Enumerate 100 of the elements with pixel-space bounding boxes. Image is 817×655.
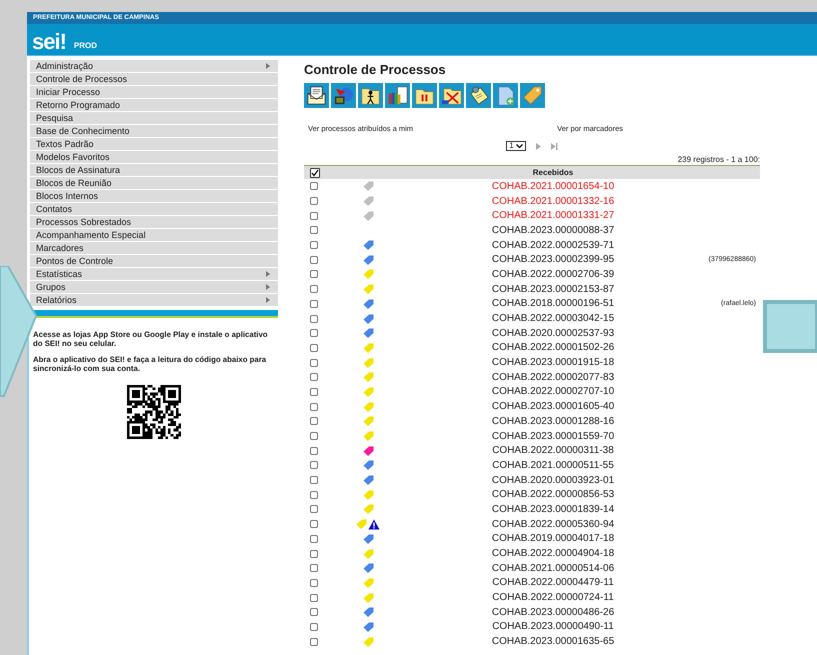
menu-item[interactable]: Pontos de Controle [30,255,278,267]
row-checkbox[interactable] [310,285,318,294]
row-checkbox[interactable] [310,402,318,411]
row-checkbox[interactable] [310,388,318,396]
menu-item[interactable]: Controle de Processos [30,73,278,85]
menu-item[interactable]: Pesquisa [30,112,278,124]
menu-item[interactable]: Iniciar Processo [30,86,278,98]
menu-item[interactable]: Estatísticas [30,268,278,280]
row-checkbox[interactable] [310,564,318,572]
menu-item[interactable]: Blocos Internos [30,190,278,202]
process-link[interactable]: COHAB.2023.00000088-37 [408,224,698,236]
qr-code [126,385,180,439]
process-link[interactable]: COHAB.2023.00000490-11 [408,621,698,632]
process-link[interactable]: COHAB.2023.00001559-70 [408,430,698,442]
row-checkbox[interactable] [310,638,318,646]
tag-icon [521,84,544,107]
process-link[interactable]: COHAB.2023.00001605-40 [408,401,698,412]
process-link[interactable]: COHAB.2022.00002707-10 [408,386,698,398]
process-link[interactable]: COHAB.2023.00002399-95 [408,254,698,266]
row-checkbox[interactable] [310,622,318,631]
row-checkbox[interactable] [310,358,318,367]
toolbar-button[interactable] [466,83,491,108]
row-checkbox[interactable] [310,344,318,352]
process-link[interactable]: COHAB.2022.00002539-71 [408,240,698,251]
menu-item[interactable]: Processos Sobrestados [30,216,278,228]
row-checkbox[interactable] [310,212,318,220]
process-link[interactable]: COHAB.2022.00005360-94 [408,518,698,530]
process-link[interactable]: COHAB.2022.00002706-39 [408,268,698,280]
row-checkbox[interactable] [310,182,318,190]
toolbar-button[interactable] [385,83,410,108]
menu-item[interactable]: Administração [30,60,278,72]
row-checkbox[interactable] [310,226,318,234]
books-document-icon [386,84,409,107]
column-header: Recebidos [532,168,574,177]
menu-item[interactable]: Retorno Programado [30,99,278,111]
row-checkbox[interactable] [310,446,318,455]
process-link[interactable]: COHAB.2023.00001839-14 [408,504,698,515]
menu-item[interactable]: Grupos [30,281,278,293]
row-checkbox[interactable] [310,520,318,528]
row-checkbox[interactable] [310,197,318,206]
page-select[interactable]: 1 [506,141,526,151]
last-page-icon[interactable] [550,142,558,150]
record-count: 239 registros - 1 a 100: [676,154,760,165]
process-link[interactable]: COHAB.2021.00001331-27 [408,210,698,222]
envelope-icon [305,84,328,107]
row-checkbox[interactable] [310,505,318,514]
process-link[interactable]: COHAB.2022.00000856-53 [408,489,698,500]
menu-item[interactable]: Modelos Favoritos [30,151,278,163]
menu-item[interactable]: Blocos de Reunião [30,177,278,189]
row-checkbox[interactable] [310,432,318,440]
row-checkbox[interactable] [310,417,318,426]
process-link[interactable]: COHAB.2022.00004904-18 [408,548,698,560]
process-link[interactable]: COHAB.2022.00002077-83 [408,372,698,383]
caret-icon [516,144,523,148]
process-link[interactable]: COHAB.2021.00001654-10 [408,180,698,192]
toolbar-button[interactable] [304,83,329,108]
process-link[interactable]: COHAB.2023.00001288-16 [408,416,698,427]
process-link[interactable]: COHAB.2018.00000196-51 [408,298,698,310]
process-link[interactable]: COHAB.2022.00004479-11 [408,577,698,588]
process-link[interactable]: COHAB.2020.00003923-01 [408,474,698,486]
process-link[interactable]: COHAB.2023.00001915-18 [408,357,698,368]
row-checkbox[interactable] [310,608,318,616]
process-link[interactable]: COHAB.2023.00002153-87 [408,284,698,295]
process-link[interactable]: COHAB.2020.00002537-93 [408,328,698,339]
menu-item[interactable]: Relatórios [30,294,278,306]
process-link[interactable]: COHAB.2022.00003042-15 [408,313,698,324]
row-checkbox[interactable] [310,241,318,250]
process-link[interactable]: COHAB.2021.00000511-55 [408,460,698,471]
menu-item[interactable]: Contatos [30,203,278,215]
menu-item[interactable]: Acompanhamento Especial [30,229,278,241]
process-link[interactable]: COHAB.2023.00000486-26 [408,606,698,618]
menu-item[interactable]: Marcadores [30,242,278,254]
row-checkbox[interactable] [310,490,318,499]
row-checkbox[interactable] [310,534,318,543]
process-link[interactable]: COHAB.2022.00000311-38 [408,445,698,456]
row-checkbox[interactable] [310,300,318,308]
row-checkbox[interactable] [310,314,318,323]
row-checkbox[interactable] [310,373,318,382]
row-checkbox[interactable] [310,594,318,602]
menu-item[interactable]: Blocos de Assinatura [30,164,278,176]
row-checkbox[interactable] [310,256,318,264]
row-checkbox[interactable] [310,329,318,338]
process-link[interactable]: COHAB.2023.00001635-65 [408,636,698,648]
page-title: Controle de Processos [304,62,447,77]
process-link[interactable]: COHAB.2021.00000514-06 [408,562,698,574]
row-checkbox[interactable] [310,461,318,470]
process-link[interactable]: COHAB.2022.00000724-11 [408,592,698,604]
row-checkbox[interactable] [310,270,318,278]
process-link[interactable]: COHAB.2021.00001332-16 [408,196,698,207]
row-checkbox[interactable] [310,550,318,558]
row-checkbox[interactable] [310,578,318,587]
row-checkbox[interactable] [310,476,318,484]
environment-label: PROD [74,41,98,52]
process-link[interactable]: COHAB.2022.00001502-26 [408,342,698,354]
menu-item[interactable]: Textos Padrão [30,138,278,150]
toolbar-button[interactable] [358,83,383,108]
menu-item[interactable]: Base de Conhecimento [30,125,278,137]
next-page-icon[interactable] [534,142,542,150]
select-all-checkbox[interactable] [310,168,320,178]
process-link[interactable]: COHAB.2019.00004017-18 [408,533,698,544]
